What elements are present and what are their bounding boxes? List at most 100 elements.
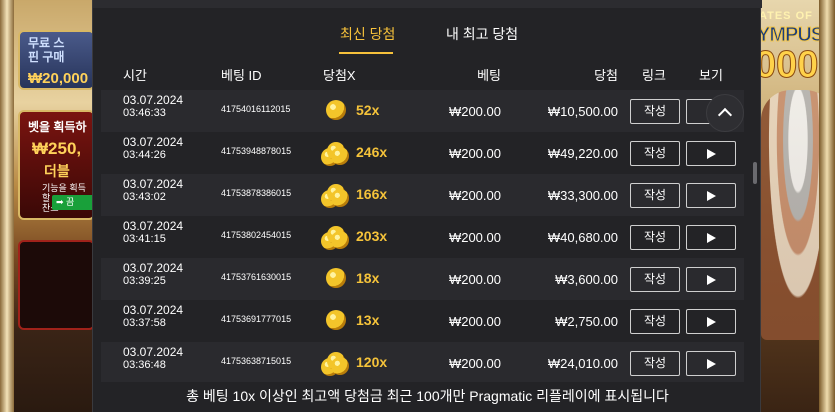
play-replay-button[interactable] (686, 183, 736, 208)
table-row: 03.07.2024 03:41:15 41753802454015 203x … (101, 216, 744, 258)
row-bet-id: 41753638715015 (221, 356, 292, 366)
pillar-decoration (0, 0, 14, 412)
scrollbar-thumb[interactable] (753, 162, 757, 184)
row-bet: ₩200.00 (448, 146, 501, 161)
row-date: 03.07.2024 (123, 345, 184, 359)
row-bet-id: 41753761630015 (221, 272, 292, 282)
coin-stack-icon (321, 224, 349, 250)
coin-stack-icon (321, 140, 349, 166)
play-replay-button[interactable] (686, 225, 736, 250)
row-date: 03.07.2024 (123, 261, 184, 275)
double-chance-panel: 벳을 획득하 ₩250, 더블 기능을 획득할 찬스 ➡ 끔 (18, 110, 95, 220)
double-chance-toggle[interactable]: ➡ 끔 (52, 195, 94, 210)
table-row: 03.07.2024 03:44:26 41753948878015 246x … (101, 132, 744, 174)
coin-icon (326, 268, 346, 288)
row-date: 03.07.2024 (123, 219, 184, 233)
coin-icon (326, 310, 346, 330)
replay-modal: 최신 당첨 내 최고 당첨 시간 베팅 ID 당첨X 베팅 당첨 링크 보기 0… (92, 0, 762, 412)
row-bet-id: 41753948878015 (221, 146, 292, 156)
play-icon (707, 275, 716, 285)
row-multiplier: 52x (356, 102, 380, 118)
scroll-to-top-button[interactable] (706, 94, 744, 132)
buy-free-spins-label: 무료 스 (28, 36, 65, 50)
row-bet-id: 41753802454015 (221, 230, 292, 240)
row-date: 03.07.2024 (123, 177, 184, 191)
row-date: 03.07.2024 (123, 93, 184, 107)
play-replay-button[interactable] (686, 141, 736, 166)
play-replay-button[interactable] (686, 351, 736, 376)
row-bet: ₩200.00 (448, 188, 501, 203)
row-multiplier: 246x (356, 144, 388, 160)
header-time: 시간 (123, 68, 147, 83)
double-chance-toggle-label: 끔 (66, 197, 75, 207)
modal-top-bar (93, 0, 762, 8)
chevron-up-icon (717, 107, 733, 123)
play-icon (707, 149, 716, 159)
row-bet-id: 41753878386015 (221, 188, 292, 198)
table-row: 03.07.2024 03:46:33 41754016112015 52x ₩… (101, 90, 744, 132)
header-bet: 베팅 (477, 68, 501, 83)
game-logo-number: 000 (754, 44, 819, 87)
double-chance-title: 벳을 획득하 (28, 120, 87, 134)
game-info-panel (18, 240, 95, 330)
row-win: ₩24,010.00 (547, 356, 618, 371)
row-time: 03:36:48 (123, 359, 166, 371)
row-time: 03:43:02 (123, 191, 166, 203)
row-bet: ₩200.00 (448, 314, 501, 329)
row-win: ₩49,220.00 (547, 146, 618, 161)
double-chance-value: ₩250, (32, 139, 82, 158)
row-bet: ₩200.00 (448, 230, 501, 245)
tab-my-best-wins[interactable]: 내 최고 당첨 (446, 24, 518, 44)
play-icon (707, 359, 716, 369)
table-row: 03.07.2024 03:36:48 41753638715015 120x … (101, 342, 744, 382)
header-win: 당첨 (594, 68, 618, 83)
header-bet-id: 베팅 ID (221, 68, 262, 83)
row-bet: ₩200.00 (448, 104, 501, 119)
table-row: 03.07.2024 03:43:02 41753878386015 166x … (101, 174, 744, 216)
create-link-button[interactable]: 작성 (630, 267, 680, 292)
row-time: 03:44:26 (123, 149, 166, 161)
play-icon (707, 233, 716, 243)
game-background-right: ATES OF YMPUS 000 (754, 0, 835, 412)
create-link-button[interactable]: 작성 (630, 351, 680, 376)
coin-stack-icon (321, 182, 349, 208)
table-row: 03.07.2024 03:39:25 41753761630015 18x ₩… (101, 258, 744, 300)
create-link-button[interactable]: 작성 (630, 141, 680, 166)
row-multiplier: 120x (356, 354, 388, 370)
play-replay-button[interactable] (686, 267, 736, 292)
row-win: ₩10,500.00 (547, 104, 618, 119)
create-link-button[interactable]: 작성 (630, 99, 680, 124)
row-date: 03.07.2024 (123, 303, 184, 317)
row-date: 03.07.2024 (123, 135, 184, 149)
tab-bar: 최신 당첨 내 최고 당첨 (93, 8, 762, 56)
tab-latest-wins[interactable]: 최신 당첨 (340, 24, 395, 44)
wins-table-body: 03.07.2024 03:46:33 41754016112015 52x ₩… (101, 90, 752, 382)
row-multiplier: 13x (356, 312, 380, 328)
buy-free-spins-panel[interactable]: 무료 스핀 구매 ₩20,000 (18, 30, 95, 90)
play-icon (707, 317, 716, 327)
footer-note: 총 베팅 10x 이상인 최고액 당첨금 최근 100개만 Pragmatic … (186, 388, 669, 404)
create-link-button[interactable]: 작성 (630, 225, 680, 250)
row-multiplier: 18x (356, 270, 380, 286)
header-link: 링크 (642, 68, 666, 83)
row-bet-id: 41753691777015 (221, 314, 292, 324)
pillar-decoration (819, 0, 835, 412)
table-row: 03.07.2024 03:37:58 41753691777015 13x ₩… (101, 300, 744, 342)
row-bet: ₩200.00 (448, 356, 501, 371)
create-link-button[interactable]: 작성 (630, 183, 680, 208)
row-bet-id: 41754016112015 (221, 104, 291, 114)
buy-free-spins-price: ₩20,000 (28, 70, 89, 87)
row-time: 03:41:15 (123, 233, 166, 245)
table-header: 시간 베팅 ID 당첨X 베팅 당첨 링크 보기 (101, 56, 752, 90)
coin-stack-icon (321, 350, 349, 376)
row-time: 03:39:25 (123, 275, 166, 287)
double-chance-label: 더블 (44, 163, 70, 179)
row-time: 03:46:33 (123, 107, 166, 119)
play-replay-button[interactable] (686, 309, 736, 334)
game-background-left: 무료 스핀 구매 ₩20,000 벳을 획득하 ₩250, 더블 기능을 획득할… (0, 0, 95, 412)
play-icon (707, 191, 716, 201)
create-link-button[interactable]: 작성 (630, 309, 680, 334)
header-view: 보기 (699, 68, 723, 83)
game-logo-top: ATES OF (759, 10, 813, 22)
replay-wins-screen: 무료 스핀 구매 ₩20,000 벳을 획득하 ₩250, 더블 기능을 획득할… (0, 0, 835, 412)
